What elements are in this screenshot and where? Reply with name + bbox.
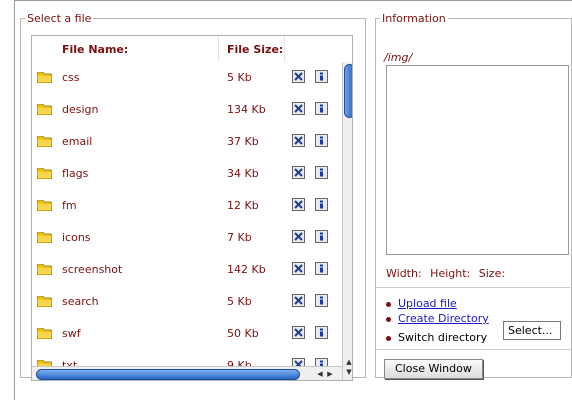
- delete-icon[interactable]: [292, 198, 305, 211]
- action-links: Upload file Create Directory: [384, 297, 489, 327]
- file-row[interactable]: swf 50 Kb: [32, 318, 352, 350]
- delete-icon[interactable]: [292, 134, 305, 147]
- scroll-left-arrow[interactable]: ◀: [316, 369, 324, 379]
- file-size: 134 Kb: [227, 103, 266, 116]
- delete-icon[interactable]: [292, 70, 305, 83]
- folder-icon: [36, 263, 53, 276]
- file-name[interactable]: css: [62, 71, 80, 84]
- switch-directory-row: Switch directory: [384, 331, 487, 344]
- file-name[interactable]: design: [62, 103, 99, 116]
- file-row[interactable]: css 5 Kb: [32, 62, 352, 94]
- size-label: Size:: [478, 267, 506, 280]
- delete-icon[interactable]: [292, 326, 305, 339]
- info-icon[interactable]: [315, 262, 328, 275]
- file-row[interactable]: fm 12 Kb: [32, 190, 352, 222]
- select-file-legend: Select a file: [27, 12, 92, 25]
- info-icon[interactable]: [315, 294, 328, 307]
- file-name[interactable]: screenshot: [62, 263, 122, 276]
- file-row[interactable]: flags 34 Kb: [32, 158, 352, 190]
- file-name[interactable]: swf: [62, 327, 81, 340]
- header-divider: [218, 36, 219, 62]
- upload-item: Upload file: [384, 297, 489, 312]
- file-row[interactable]: search 5 Kb: [32, 286, 352, 318]
- info-icon[interactable]: [315, 102, 328, 115]
- information-legend: Information: [382, 12, 446, 25]
- file-size-header: File Size:: [227, 43, 284, 56]
- folder-icon: [36, 135, 53, 148]
- vertical-scroll-thumb[interactable]: [344, 64, 352, 118]
- folder-icon: [36, 167, 53, 180]
- file-name-header: File Name:: [62, 43, 129, 56]
- file-size: 142 Kb: [227, 263, 266, 276]
- information-panel: Information /img/ Width: Height: Size: U…: [375, 12, 572, 379]
- bullet-icon: [386, 302, 391, 307]
- folder-icon: [36, 295, 53, 308]
- file-size: 34 Kb: [227, 167, 259, 180]
- horizontal-scrollbar[interactable]: ◀ ▶: [32, 366, 342, 380]
- info-icon[interactable]: [315, 70, 328, 83]
- folder-icon: [36, 231, 53, 244]
- info-icon[interactable]: [315, 134, 328, 147]
- info-icon[interactable]: [315, 198, 328, 211]
- scroll-right-arrow[interactable]: ▶: [326, 369, 334, 379]
- switch-directory-label: Switch directory: [398, 331, 488, 344]
- info-icon[interactable]: [315, 230, 328, 243]
- file-size: 50 Kb: [227, 327, 259, 340]
- file-list-header: File Name: File Size:: [32, 36, 352, 62]
- upload-file-link[interactable]: Upload file: [398, 297, 457, 310]
- current-path: /img/: [384, 51, 413, 64]
- folder-icon: [36, 327, 53, 340]
- divider: [376, 349, 571, 350]
- divider: [376, 287, 571, 288]
- info-icon[interactable]: [315, 166, 328, 179]
- delete-icon[interactable]: [292, 262, 305, 275]
- close-window-button[interactable]: Close Window: [384, 359, 483, 379]
- directory-select[interactable]: Select...: [503, 321, 561, 340]
- file-row[interactable]: email 37 Kb: [32, 126, 352, 158]
- info-icon[interactable]: [315, 326, 328, 339]
- create-dir-item: Create Directory: [384, 312, 489, 327]
- file-size: 5 Kb: [227, 295, 252, 308]
- file-name[interactable]: search: [62, 295, 99, 308]
- delete-icon[interactable]: [292, 102, 305, 115]
- horizontal-scroll-thumb[interactable]: [36, 369, 300, 380]
- scroll-down-arrow[interactable]: ▼: [344, 368, 352, 376]
- file-size: 5 Kb: [227, 71, 252, 84]
- file-name[interactable]: fm: [62, 199, 77, 212]
- image-meta: Width: Height: Size:: [386, 267, 510, 280]
- delete-icon[interactable]: [292, 166, 305, 179]
- file-row[interactable]: design 134 Kb: [32, 94, 352, 126]
- file-name[interactable]: icons: [62, 231, 91, 244]
- delete-icon[interactable]: [292, 294, 305, 307]
- file-size: 7 Kb: [227, 231, 252, 244]
- folder-icon: [36, 71, 53, 84]
- height-label: Height:: [430, 267, 471, 280]
- folder-icon: [36, 199, 53, 212]
- file-size: 37 Kb: [227, 135, 259, 148]
- select-file-panel: Select a file File Name: File Size: css 5…: [20, 12, 366, 381]
- folder-icon: [36, 103, 53, 116]
- file-row[interactable]: icons 7 Kb: [32, 222, 352, 254]
- header-divider: [284, 36, 285, 62]
- bullet-icon: [386, 317, 391, 322]
- image-preview: [386, 65, 569, 255]
- file-name[interactable]: email: [62, 135, 92, 148]
- file-row[interactable]: screenshot 142 Kb: [32, 254, 352, 286]
- vertical-scrollbar[interactable]: ▲ ▼: [342, 62, 352, 380]
- file-size: 12 Kb: [227, 199, 259, 212]
- width-label: Width:: [386, 267, 422, 280]
- file-list: File Name: File Size: css 5 Kb design 134 K…: [31, 35, 353, 381]
- scroll-up-arrow[interactable]: ▲: [344, 358, 352, 366]
- delete-icon[interactable]: [292, 230, 305, 243]
- file-name[interactable]: flags: [62, 167, 88, 180]
- create-directory-link[interactable]: Create Directory: [398, 312, 489, 325]
- bullet-icon: [386, 336, 391, 341]
